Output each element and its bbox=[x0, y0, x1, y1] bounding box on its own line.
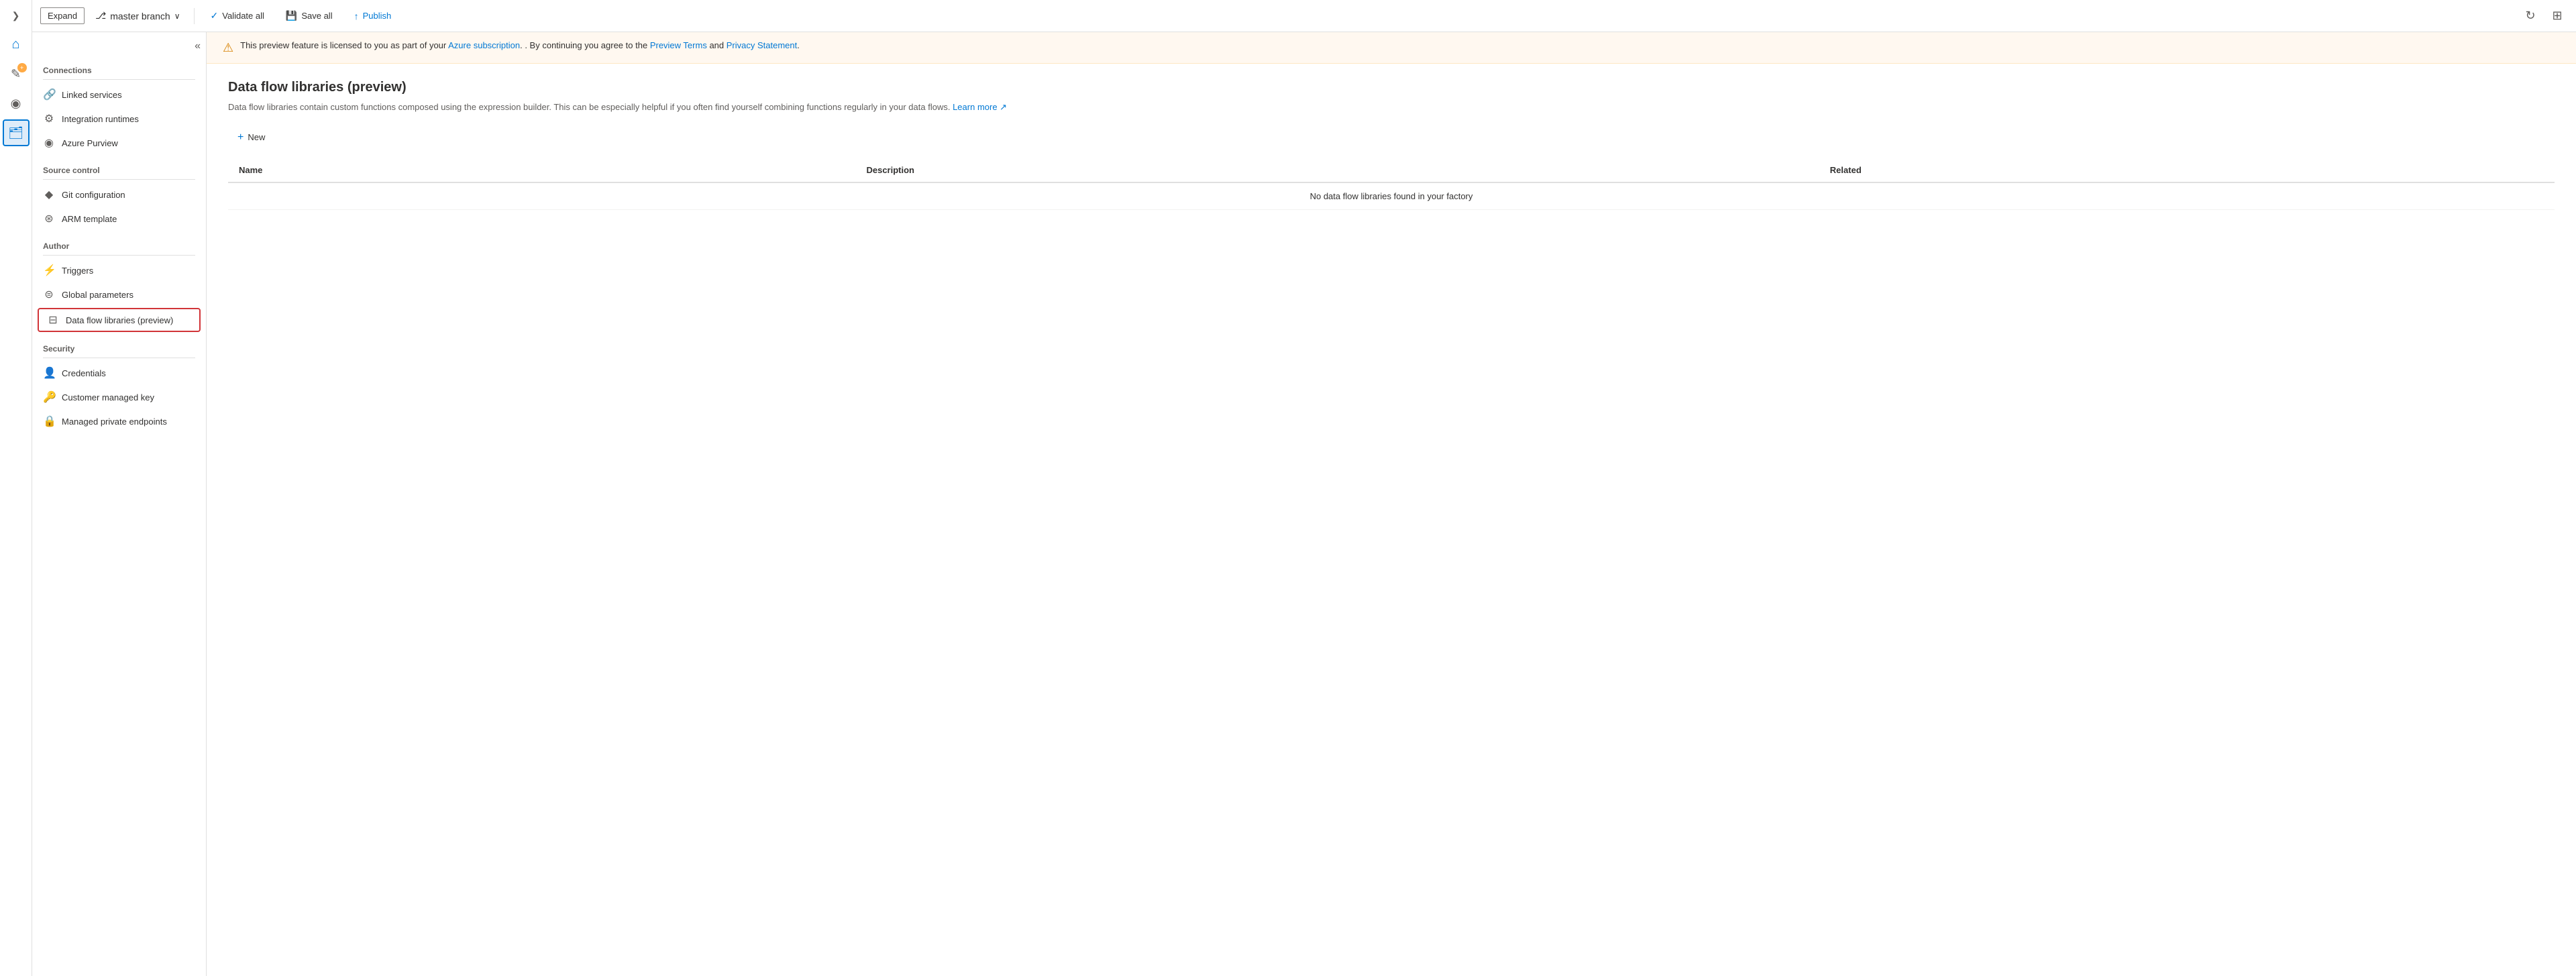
git-icon: ⎇ bbox=[95, 10, 106, 21]
triggers-label: Triggers bbox=[62, 266, 93, 276]
source-control-section-label: Source control bbox=[32, 155, 206, 179]
save-icon: 💾 bbox=[286, 10, 297, 21]
sidebar-item-azure-purview[interactable]: ◉ Azure Purview bbox=[32, 131, 206, 155]
grid-icon: ⊞ bbox=[2552, 9, 2562, 23]
page-description: Data flow libraries contain custom funct… bbox=[228, 101, 2555, 114]
sidebar-item-arm-template[interactable]: ⊛ ARM template bbox=[32, 207, 206, 231]
sidebar-item-managed-private-endpoints[interactable]: 🔒 Managed private endpoints bbox=[32, 409, 206, 433]
author-badge: + bbox=[17, 63, 27, 72]
credentials-icon: 👤 bbox=[43, 366, 55, 380]
expand-button[interactable]: Expand bbox=[40, 7, 85, 24]
managed-private-endpoints-icon: 🔒 bbox=[43, 415, 55, 428]
data-flow-libraries-icon: ⊟ bbox=[47, 313, 59, 327]
refresh-button[interactable]: ↻ bbox=[2520, 5, 2541, 27]
empty-state-message: No data flow libraries found in your fac… bbox=[228, 182, 2555, 210]
credentials-label: Credentials bbox=[62, 368, 106, 378]
integration-runtimes-label: Integration runtimes bbox=[62, 114, 139, 124]
publish-label: Publish bbox=[363, 11, 392, 21]
double-chevron-icon: ❯ bbox=[12, 10, 20, 21]
sidebar-item-credentials[interactable]: 👤 Credentials bbox=[32, 361, 206, 385]
main-panel: ⚠ This preview feature is licensed to yo… bbox=[207, 32, 2576, 976]
learn-more-link[interactable]: Learn more ↗ bbox=[953, 102, 1007, 112]
page-content: Data flow libraries (preview) Data flow … bbox=[207, 64, 2576, 226]
save-all-button[interactable]: 💾 Save all bbox=[278, 6, 341, 25]
git-configuration-icon: ◆ bbox=[43, 188, 55, 201]
grid-button[interactable]: ⊞ bbox=[2546, 5, 2568, 27]
global-parameters-icon: ⊜ bbox=[43, 288, 55, 301]
customer-managed-key-icon: 🔑 bbox=[43, 390, 55, 404]
home-nav-item[interactable]: ⌂ bbox=[3, 31, 30, 58]
linked-services-icon: 🔗 bbox=[43, 88, 55, 101]
home-icon: ⌂ bbox=[11, 37, 19, 52]
toolbar-divider-1 bbox=[194, 8, 195, 24]
sidebar-collapse-button[interactable]: « bbox=[32, 38, 206, 55]
validate-icon: ✓ bbox=[211, 10, 219, 21]
source-control-divider bbox=[43, 179, 195, 180]
monitor-icon: ◉ bbox=[11, 97, 21, 111]
data-flow-libraries-table: Name Description Related No data flow li… bbox=[228, 158, 2555, 210]
linked-services-label: Linked services bbox=[62, 90, 122, 100]
monitor-nav-item[interactable]: ◉ bbox=[3, 90, 30, 117]
author-section-label: Author bbox=[32, 231, 206, 255]
privacy-statement-link[interactable]: Privacy Statement bbox=[727, 40, 798, 50]
branch-chevron-icon: ∨ bbox=[174, 11, 180, 21]
triggers-icon: ⚡ bbox=[43, 264, 55, 277]
sidebar: « Connections 🔗 Linked services ⚙ Integr… bbox=[32, 32, 207, 976]
preview-banner: ⚠ This preview feature is licensed to yo… bbox=[207, 32, 2576, 64]
briefcase-icon: 🗂 bbox=[8, 126, 23, 140]
branch-selector[interactable]: ⎇ master branch ∨ bbox=[90, 7, 185, 24]
author-divider bbox=[43, 255, 195, 256]
column-header-description: Description bbox=[855, 158, 1819, 182]
author-nav-item[interactable]: ✎ + bbox=[3, 60, 30, 87]
azure-subscription-link[interactable]: Azure subscription bbox=[448, 40, 520, 50]
connections-divider bbox=[43, 79, 195, 80]
integration-runtimes-icon: ⚙ bbox=[43, 112, 55, 125]
publish-button[interactable]: ↑ Publish bbox=[346, 7, 400, 25]
arm-template-label: ARM template bbox=[62, 214, 117, 224]
connections-section-label: Connections bbox=[32, 55, 206, 79]
icon-rail: ❯ ⌂ ✎ + ◉ 🗂 bbox=[0, 0, 32, 976]
azure-purview-icon: ◉ bbox=[43, 136, 55, 150]
git-configuration-label: Git configuration bbox=[62, 190, 125, 200]
validate-all-label: Validate all bbox=[222, 11, 264, 21]
new-button-label: New bbox=[248, 132, 265, 142]
global-parameters-label: Global parameters bbox=[62, 290, 133, 300]
publish-icon: ↑ bbox=[354, 11, 359, 21]
arm-template-icon: ⊛ bbox=[43, 212, 55, 225]
save-all-label: Save all bbox=[301, 11, 332, 21]
collapse-rail-button[interactable]: ❯ bbox=[3, 5, 30, 25]
azure-purview-label: Azure Purview bbox=[62, 138, 118, 148]
preview-terms-link[interactable]: Preview Terms bbox=[650, 40, 707, 50]
column-header-name: Name bbox=[228, 158, 855, 182]
table-empty-row: No data flow libraries found in your fac… bbox=[228, 182, 2555, 210]
sidebar-item-customer-managed-key[interactable]: 🔑 Customer managed key bbox=[32, 385, 206, 409]
validate-all-button[interactable]: ✓ Validate all bbox=[203, 6, 272, 25]
security-section-label: Security bbox=[32, 333, 206, 358]
column-header-related: Related bbox=[1819, 158, 2555, 182]
sidebar-item-triggers[interactable]: ⚡ Triggers bbox=[32, 258, 206, 282]
toolbar: Expand ⎇ master branch ∨ ✓ Validate all … bbox=[32, 0, 2576, 32]
sidebar-item-linked-services[interactable]: 🔗 Linked services bbox=[32, 83, 206, 107]
page-title: Data flow libraries (preview) bbox=[228, 80, 2555, 95]
customer-managed-key-label: Customer managed key bbox=[62, 392, 154, 402]
sidebar-item-global-parameters[interactable]: ⊜ Global parameters bbox=[32, 282, 206, 307]
managed-private-endpoints-label: Managed private endpoints bbox=[62, 417, 167, 427]
refresh-icon: ↻ bbox=[2525, 9, 2535, 23]
manage-nav-item[interactable]: 🗂 bbox=[3, 119, 30, 146]
sidebar-item-data-flow-libraries[interactable]: ⊟ Data flow libraries (preview) bbox=[38, 308, 201, 332]
sidebar-item-integration-runtimes[interactable]: ⚙ Integration runtimes bbox=[32, 107, 206, 131]
new-button[interactable]: + New bbox=[228, 127, 274, 148]
warning-icon: ⚠ bbox=[223, 41, 233, 55]
banner-text: This preview feature is licensed to you … bbox=[240, 40, 800, 50]
table-header-row: Name Description Related bbox=[228, 158, 2555, 182]
content-area: « Connections 🔗 Linked services ⚙ Integr… bbox=[32, 32, 2576, 976]
collapse-icon: « bbox=[195, 40, 201, 52]
toolbar-right-actions: ↻ ⊞ bbox=[2520, 5, 2568, 27]
branch-label: master branch bbox=[110, 11, 170, 21]
data-flow-libraries-label: Data flow libraries (preview) bbox=[66, 315, 173, 325]
sidebar-item-git-configuration[interactable]: ◆ Git configuration bbox=[32, 182, 206, 207]
plus-icon: + bbox=[237, 131, 244, 144]
